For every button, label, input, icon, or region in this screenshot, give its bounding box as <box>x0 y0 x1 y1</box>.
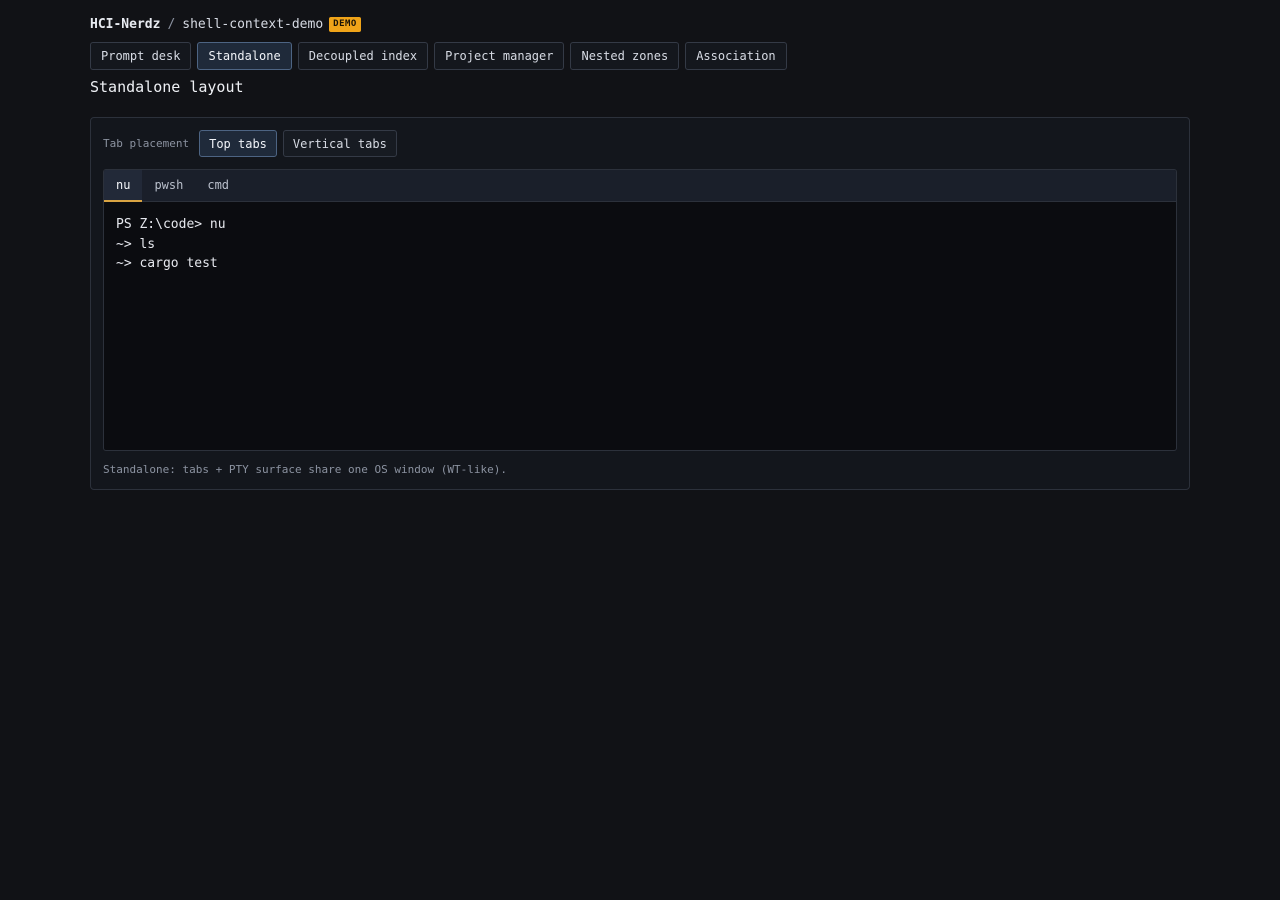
terminal-line: PS Z:\code> nu <box>116 217 226 232</box>
tab-placement-label: Tab placement <box>103 137 190 150</box>
terminal-line: ~> cargo test <box>116 256 218 271</box>
tab-placement-toggle: Tab placement Top tabs Vertical tabs <box>103 130 397 157</box>
breadcrumb: HCI-Nerdz / shell-context-demo DEMO <box>90 15 361 33</box>
breadcrumb-separator: / <box>167 16 176 32</box>
terminal-window: nu pwsh cmd PS Z:\code> nu ~> ls ~> carg… <box>103 169 1177 451</box>
terminal-tab-nu[interactable]: nu <box>104 170 143 202</box>
nav-decoupled-index-button[interactable]: Decoupled index <box>297 42 429 70</box>
breadcrumb-org[interactable]: HCI-Nerdz <box>90 17 160 32</box>
top-tabs-button[interactable]: Top tabs <box>199 130 277 157</box>
terminal-output[interactable]: PS Z:\code> nu ~> ls ~> cargo test <box>104 202 1176 287</box>
nav-prompt-desk-button[interactable]: Prompt desk <box>90 42 192 70</box>
nav-nested-zones-button[interactable]: Nested zones <box>570 42 680 70</box>
standalone-panel: Tab placement Top tabs Vertical tabs nu … <box>90 117 1190 490</box>
terminal-line: ~> ls <box>116 236 156 252</box>
page-title: Standalone layout <box>90 78 244 96</box>
vertical-tabs-button[interactable]: Vertical tabs <box>282 130 397 157</box>
nav-standalone-button[interactable]: Standalone <box>197 42 292 70</box>
demo-badge: DEMO <box>329 16 361 32</box>
terminal-tab-cmd[interactable]: cmd <box>195 170 241 202</box>
nav-project-manager-button[interactable]: Project manager <box>434 42 565 70</box>
layout-description: Standalone: tabs + PTY surface share one… <box>103 463 507 476</box>
terminal-tab-pwsh[interactable]: pwsh <box>142 170 195 202</box>
nav-association-button[interactable]: Association <box>685 42 787 70</box>
terminal-tab-bar: nu pwsh cmd <box>104 170 1176 202</box>
layout-nav: Prompt desk Standalone Decoupled index P… <box>90 42 787 70</box>
breadcrumb-repo[interactable]: shell-context-demo <box>182 17 323 32</box>
